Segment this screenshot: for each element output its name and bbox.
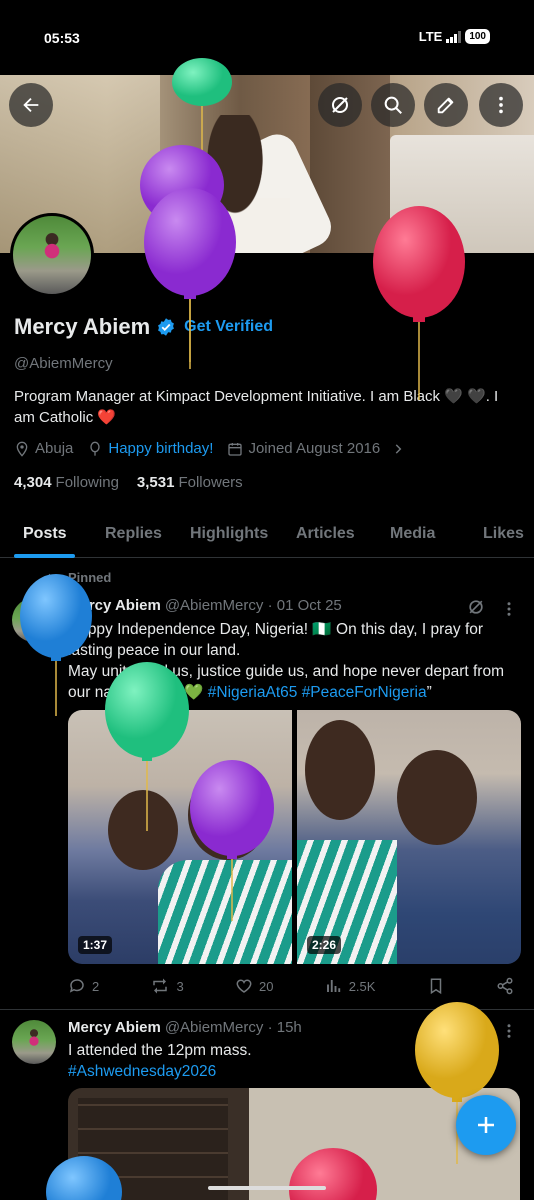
- compose-button[interactable]: [456, 1095, 516, 1155]
- balloon-blue: [20, 574, 92, 716]
- balloon-red: [373, 206, 465, 400]
- home-indicator[interactable]: [208, 1186, 326, 1190]
- birthday-balloons: [20, 58, 499, 1200]
- balloon-red: [289, 1148, 377, 1200]
- balloon-green: [172, 58, 232, 156]
- balloon-purple: [190, 760, 274, 921]
- balloon-blue: [46, 1156, 122, 1200]
- plus-icon: [478, 1117, 494, 1133]
- balloon-purple: [144, 188, 236, 369]
- balloon-green: [105, 662, 189, 831]
